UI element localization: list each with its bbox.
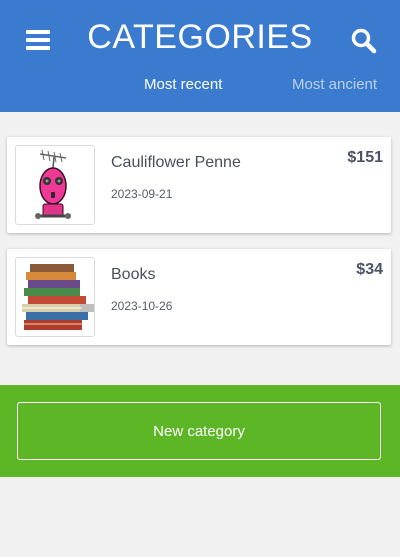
- search-icon[interactable]: [350, 27, 378, 55]
- category-card[interactable]: Books 2023-10-26 $34: [7, 249, 391, 345]
- book-stack-icon: [15, 257, 95, 337]
- new-category-button[interactable]: New category: [17, 402, 381, 460]
- category-date: 2023-09-21: [111, 187, 173, 201]
- category-price: $151: [347, 149, 383, 166]
- pink-robot-icon: [15, 145, 95, 225]
- app-header: CATEGORIES Most recent Most ancient: [0, 0, 400, 112]
- category-date: 2023-10-26: [111, 299, 173, 313]
- tab-most-ancient[interactable]: Most ancient: [292, 76, 377, 93]
- tab-most-recent[interactable]: Most recent: [144, 76, 222, 93]
- footer-bar: New category: [0, 385, 400, 477]
- category-price: $34: [356, 261, 383, 278]
- category-card[interactable]: Cauliflower Penne 2023-09-21 $151: [7, 137, 391, 233]
- category-name: Cauliflower Penne: [111, 154, 241, 171]
- page-title: CATEGORIES: [87, 18, 313, 56]
- category-name: Books: [111, 266, 156, 283]
